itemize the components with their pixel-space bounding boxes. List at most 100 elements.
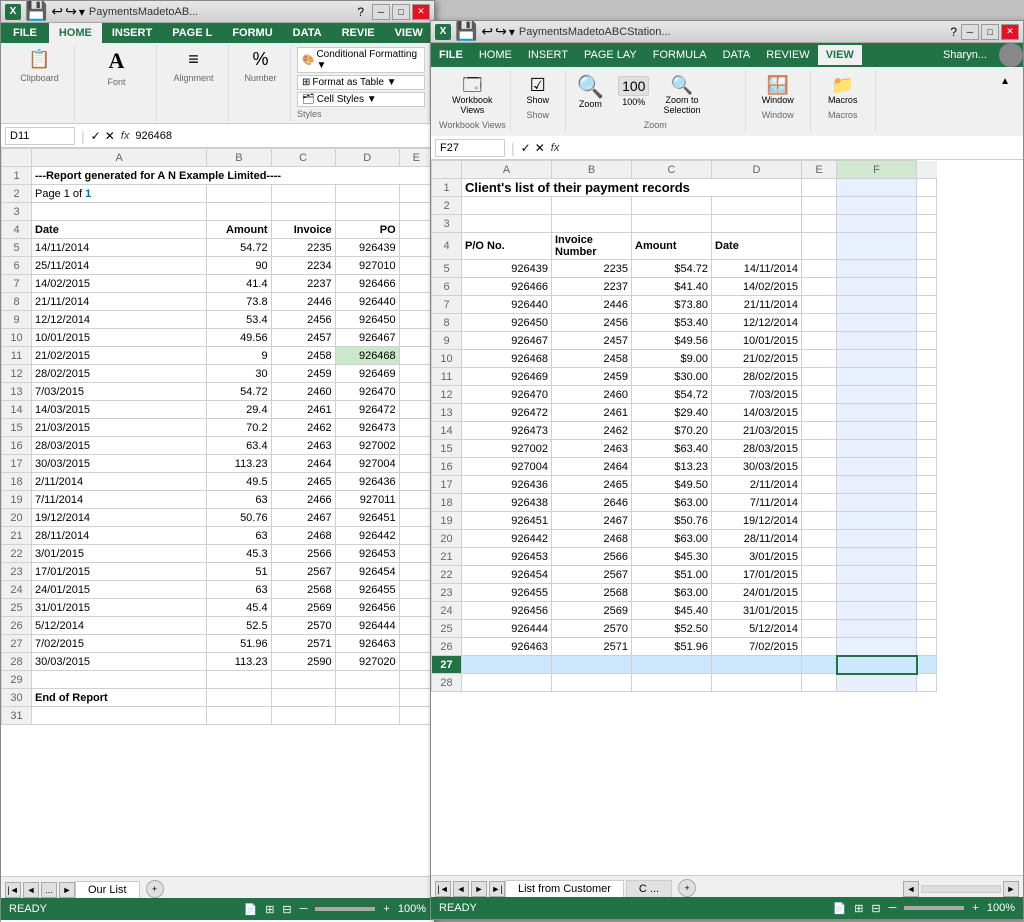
cell-c26[interactable]: 2570 [271, 617, 335, 635]
layout-view-icon-2[interactable]: ⊞ [854, 902, 863, 915]
cell-d27-2[interactable] [712, 656, 802, 674]
cell-a23[interactable]: 17/01/2015 [32, 563, 207, 581]
cell-a15-2[interactable]: 927002 [462, 440, 552, 458]
cell-ref-input-1[interactable] [5, 127, 75, 145]
cell-a1-2[interactable]: Client's list of their payment records [462, 179, 802, 197]
cell-f3-2[interactable] [837, 215, 917, 233]
cell-f4-2[interactable] [837, 233, 917, 260]
cell-c6[interactable]: 2234 [271, 257, 335, 275]
zoom-out-btn-1[interactable]: ─ [300, 903, 308, 915]
cell-b5-2[interactable]: 2235 [552, 260, 632, 278]
cell-a2[interactable]: Page 1 of 1 [32, 185, 207, 203]
close-btn-1[interactable]: ✕ [412, 4, 430, 20]
cell-b25[interactable]: 45.4 [207, 599, 271, 617]
zoom-in-btn-1[interactable]: + [383, 903, 389, 915]
cell-a30[interactable]: End of Report [32, 689, 207, 707]
cell-a20[interactable]: 19/12/2014 [32, 509, 207, 527]
col-header-c-2[interactable]: C [632, 161, 712, 179]
col-header-a-2[interactable]: A [462, 161, 552, 179]
prev-sheet-btn-2[interactable]: ◄ [453, 881, 469, 897]
col-header-e-2[interactable]: E [802, 161, 837, 179]
cell-b27-2[interactable] [552, 656, 632, 674]
cell-e14[interactable] [399, 401, 433, 419]
workbook-views-btn[interactable]: 🗔 WorkbookViews [445, 73, 499, 118]
cell-d4-2[interactable]: Date [712, 233, 802, 260]
cell-e27-2[interactable] [802, 656, 837, 674]
cell-b6[interactable]: 90 [207, 257, 271, 275]
cell-d25[interactable]: 926456 [335, 599, 399, 617]
cell-d28[interactable]: 927020 [335, 653, 399, 671]
cell-a27[interactable]: 7/02/2015 [32, 635, 207, 653]
cell-e28[interactable] [399, 653, 433, 671]
cell-b14[interactable]: 29.4 [207, 401, 271, 419]
cell-e26[interactable] [399, 617, 433, 635]
cell-e20[interactable] [399, 509, 433, 527]
cell-e8[interactable] [399, 293, 433, 311]
cell-a28[interactable]: 30/03/2015 [32, 653, 207, 671]
cell-b17[interactable]: 113.23 [207, 455, 271, 473]
cell-b7[interactable]: 41.4 [207, 275, 271, 293]
cell-b15[interactable]: 70.2 [207, 419, 271, 437]
cell-d9[interactable]: 926450 [335, 311, 399, 329]
cell-a22[interactable]: 3/01/2015 [32, 545, 207, 563]
h-scrollbar-2[interactable] [921, 885, 1001, 893]
cell-c22[interactable]: 2566 [271, 545, 335, 563]
cell-e27[interactable] [399, 635, 433, 653]
cell-a17[interactable]: 30/03/2015 [32, 455, 207, 473]
cell-a23-2[interactable]: 926455 [462, 584, 552, 602]
add-sheet-btn-1[interactable]: + [146, 880, 164, 898]
cell-b16[interactable]: 63.4 [207, 437, 271, 455]
cell-b24[interactable]: 63 [207, 581, 271, 599]
cell-a29[interactable] [32, 671, 207, 689]
tab-insert-1[interactable]: INSERT [102, 23, 162, 43]
align-btn[interactable]: ≡ [181, 47, 206, 71]
prev-sheet-btn-1[interactable]: ◄ [23, 882, 39, 898]
cell-d5-2[interactable]: 14/11/2014 [712, 260, 802, 278]
cell-a6[interactable]: 25/11/2014 [32, 257, 207, 275]
sheet-tab-customer[interactable]: List from Customer [505, 880, 624, 897]
col-header-d-2[interactable]: D [712, 161, 802, 179]
cell-b27[interactable]: 51.96 [207, 635, 271, 653]
cell-ref-input-2[interactable] [435, 139, 505, 157]
cell-a26-2[interactable]: 926463 [462, 638, 552, 656]
cell-b28[interactable]: 113.23 [207, 653, 271, 671]
tab-view-1[interactable]: VIEW [385, 23, 433, 43]
collapse-ribbon-btn[interactable]: ▲ [993, 73, 1017, 90]
macros-btn[interactable]: 📁 Macros [821, 73, 865, 108]
cell-c19[interactable]: 2466 [271, 491, 335, 509]
zoom-btn[interactable]: 🔍 Zoom [570, 73, 611, 112]
cell-a9-2[interactable]: 926467 [462, 332, 552, 350]
cell-c21[interactable]: 2468 [271, 527, 335, 545]
cell-a12-2[interactable]: 926470 [462, 386, 552, 404]
cell-a21[interactable]: 28/11/2014 [32, 527, 207, 545]
cell-a15[interactable]: 21/03/2015 [32, 419, 207, 437]
cell-f27-2[interactable] [837, 656, 917, 674]
cell-a22-2[interactable]: 926454 [462, 566, 552, 584]
cell-d5[interactable]: 926439 [335, 239, 399, 257]
cell-c5-2[interactable]: $54.72 [632, 260, 712, 278]
tab-home-1[interactable]: HOME [49, 23, 102, 43]
cell-c27-2[interactable] [632, 656, 712, 674]
quick-access-icon[interactable]: ▾ [79, 5, 85, 19]
col-header-d-1[interactable]: D [335, 149, 399, 167]
cell-a7-2[interactable]: 926440 [462, 296, 552, 314]
cell-b9[interactable]: 53.4 [207, 311, 271, 329]
conditional-formatting-btn[interactable]: 🎨 Conditional Formatting ▼ [297, 47, 425, 73]
cell-a6-2[interactable]: 926466 [462, 278, 552, 296]
scroll-left-btn-2[interactable]: ◄ [903, 881, 919, 897]
zoom-in-btn-2[interactable]: + [972, 902, 978, 914]
tab-insert-2[interactable]: INSERT [520, 45, 576, 65]
check-icon-2[interactable]: ✓ [521, 141, 531, 155]
cell-c24[interactable]: 2568 [271, 581, 335, 599]
cell-a10-2[interactable]: 926468 [462, 350, 552, 368]
redo-icon-1[interactable]: ↪ [65, 3, 77, 20]
spreadsheet-1[interactable]: A B C D E 1---Report generated for A N E… [1, 148, 434, 922]
number-btn[interactable]: % [245, 47, 275, 71]
tab-file-2[interactable]: FILE [431, 45, 471, 65]
cell-a2-2[interactable] [462, 197, 552, 215]
cell-a9[interactable]: 12/12/2014 [32, 311, 207, 329]
cell-a24-2[interactable]: 926456 [462, 602, 552, 620]
next-sheet-btn-2[interactable]: ► [471, 881, 487, 897]
cell-c13[interactable]: 2460 [271, 383, 335, 401]
tab-view-2[interactable]: VIEW [818, 45, 862, 65]
